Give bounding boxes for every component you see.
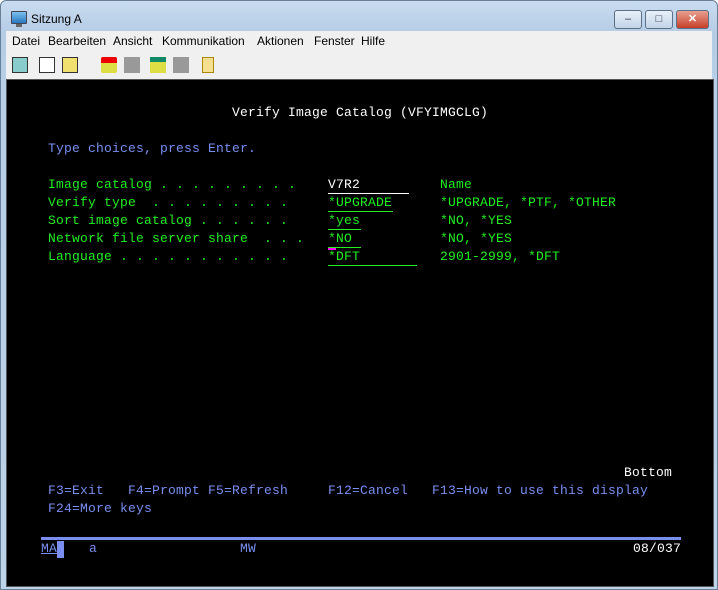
field-hint: *NO, *YES xyxy=(440,213,513,228)
cursor-position: 08/037 xyxy=(633,541,682,556)
minimize-button[interactable]: – xyxy=(614,10,642,29)
field-hint: *UPGRADE, *PTF, *OTHER xyxy=(440,195,617,210)
menu-ansicht[interactable]: Ansicht xyxy=(113,34,152,48)
play-macro-icon[interactable] xyxy=(150,57,166,73)
fkey-f3[interactable]: F3=Exit xyxy=(48,483,104,499)
toolbar xyxy=(6,51,712,79)
emulator-window: Sitzung A – □ ✕ Datei Bearbeiten Ansicht… xyxy=(0,0,718,590)
field-hint: *NO, *YES xyxy=(440,231,513,246)
window-title: Sitzung A xyxy=(31,12,82,26)
fkey-f5[interactable]: F5=Refresh xyxy=(208,483,288,499)
menu-kommunikation[interactable]: Kommunikation xyxy=(162,34,245,48)
menu-aktionen[interactable]: Aktionen xyxy=(257,34,304,48)
status-mw: MW xyxy=(240,541,257,556)
image-catalog-input[interactable]: V7R2 xyxy=(328,177,409,194)
field-label-image-catalog: Image catalog . . . . . . . . . xyxy=(48,177,297,192)
menu-datei[interactable]: Datei xyxy=(12,34,40,48)
notepad-icon[interactable] xyxy=(202,57,214,73)
field-label-verify-type: Verify type . . . . . . . . . xyxy=(48,195,289,210)
instructions: Type choices, press Enter. xyxy=(48,141,257,156)
title-bar: Sitzung A – □ ✕ xyxy=(1,1,717,31)
monitor-icon xyxy=(11,11,27,27)
copy-icon[interactable] xyxy=(39,57,55,73)
maximize-button[interactable]: □ xyxy=(645,10,673,29)
verify-type-input[interactable]: *UPGRADE xyxy=(328,195,393,212)
close-button[interactable]: ✕ xyxy=(676,10,709,29)
status-divider xyxy=(41,537,681,540)
field-label-language: Language . . . . . . . . . . . xyxy=(48,249,289,264)
menu-hilfe[interactable]: Hilfe xyxy=(361,34,385,48)
language-input[interactable]: *DFT xyxy=(328,249,417,266)
status-indicator: a xyxy=(89,541,98,556)
field-label-sort-image-catalog: Sort image catalog . . . . . . xyxy=(48,213,289,228)
menu-fenster[interactable]: Fenster xyxy=(314,34,355,48)
menu-bar: Datei Bearbeiten Ansicht Kommunikation A… xyxy=(6,31,712,51)
stop-macro-icon[interactable] xyxy=(124,57,140,73)
sort-image-catalog-input[interactable]: *yes xyxy=(328,213,361,230)
fkey-f4[interactable]: F4=Prompt xyxy=(128,483,200,499)
terminal-screen[interactable]: Verify Image Catalog (VFYIMGCLG) Type ch… xyxy=(6,79,714,587)
field-hint: 2901-2999, *DFT xyxy=(440,249,561,264)
cursor-block xyxy=(57,541,64,558)
field-hint: Name xyxy=(440,177,473,192)
fkey-f12[interactable]: F12=Cancel xyxy=(328,483,408,499)
fkey-f24[interactable]: F24=More keys xyxy=(48,501,152,517)
pause-macro-icon[interactable] xyxy=(173,57,189,73)
record-macro-icon[interactable] xyxy=(101,57,117,73)
menu-bearbeiten[interactable]: Bearbeiten xyxy=(48,34,106,48)
copy-screen-icon[interactable] xyxy=(12,57,28,73)
network-share-input[interactable]: *NO xyxy=(328,231,361,248)
paste-icon[interactable] xyxy=(62,57,78,73)
screen-title: Verify Image Catalog (VFYIMGCLG) xyxy=(232,105,489,120)
fkey-f13[interactable]: F13=How to use this display xyxy=(432,483,648,499)
bottom-indicator: Bottom xyxy=(624,465,673,480)
status-mode: MA xyxy=(41,541,58,556)
field-label-network-share: Network file server share . . . xyxy=(48,231,305,246)
